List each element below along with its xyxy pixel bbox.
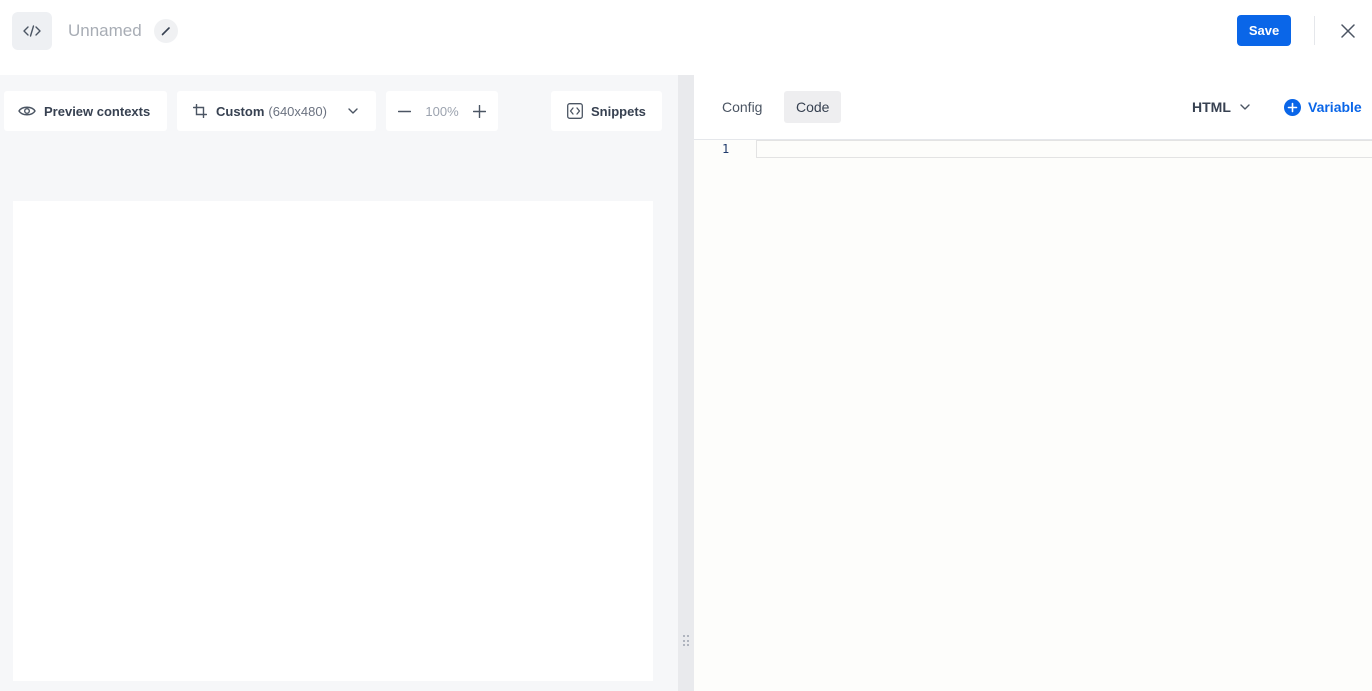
zoom-out-button[interactable]	[398, 105, 411, 118]
template-title[interactable]: Unnamed	[68, 21, 142, 41]
zoom-control: 100%	[386, 91, 498, 131]
code-editor[interactable]: 1	[694, 140, 1372, 691]
close-icon	[1341, 24, 1355, 38]
snippets-label: Snippets	[591, 103, 646, 119]
code-pane-tabs: Config Code HTML Variable	[694, 75, 1372, 140]
plus-circle-icon	[1284, 98, 1301, 116]
minus-icon	[398, 110, 411, 112]
zoom-in-button[interactable]	[473, 104, 486, 118]
chevron-down-icon	[1240, 104, 1250, 110]
line-number: 1	[722, 142, 730, 156]
header-divider	[1314, 16, 1315, 45]
snippets-button[interactable]: Snippets	[551, 91, 662, 131]
code-brackets-icon	[12, 12, 52, 50]
preview-contexts-label: Preview contexts	[44, 103, 151, 119]
code-box-icon	[567, 103, 583, 119]
pane-resize-handle[interactable]	[678, 75, 694, 691]
viewport-size-dims: (640x480)	[268, 103, 327, 119]
eye-icon	[18, 106, 36, 116]
save-button[interactable]: Save	[1237, 15, 1291, 46]
language-label: HTML	[1192, 99, 1231, 115]
code-pane: Config Code HTML Variable 1	[694, 75, 1372, 691]
tab-code[interactable]: Code	[784, 91, 842, 123]
viewport-size-label: Custom	[216, 103, 265, 119]
plus-icon	[473, 104, 486, 118]
add-variable-label: Variable	[1308, 99, 1362, 115]
chevron-down-icon	[348, 108, 358, 114]
crop-icon	[193, 104, 207, 118]
preview-pane: Preview contexts Custom (640x480) 100% S…	[0, 75, 678, 691]
close-button[interactable]	[1336, 19, 1360, 43]
add-variable-button[interactable]: Variable	[1284, 95, 1362, 119]
drag-grip-icon	[683, 635, 689, 647]
language-dropdown[interactable]: HTML	[1192, 95, 1250, 119]
zoom-value: 100%	[425, 103, 459, 119]
preview-contexts-button[interactable]: Preview contexts	[4, 91, 167, 131]
preview-canvas[interactable]	[13, 201, 653, 681]
active-code-line[interactable]	[756, 140, 1372, 158]
edit-title-button[interactable]	[154, 19, 178, 43]
tab-config[interactable]: Config	[710, 91, 774, 123]
viewport-size-dropdown[interactable]: Custom (640x480)	[177, 91, 376, 131]
pencil-icon	[161, 27, 170, 36]
app-header: Unnamed Save	[0, 0, 1372, 75]
